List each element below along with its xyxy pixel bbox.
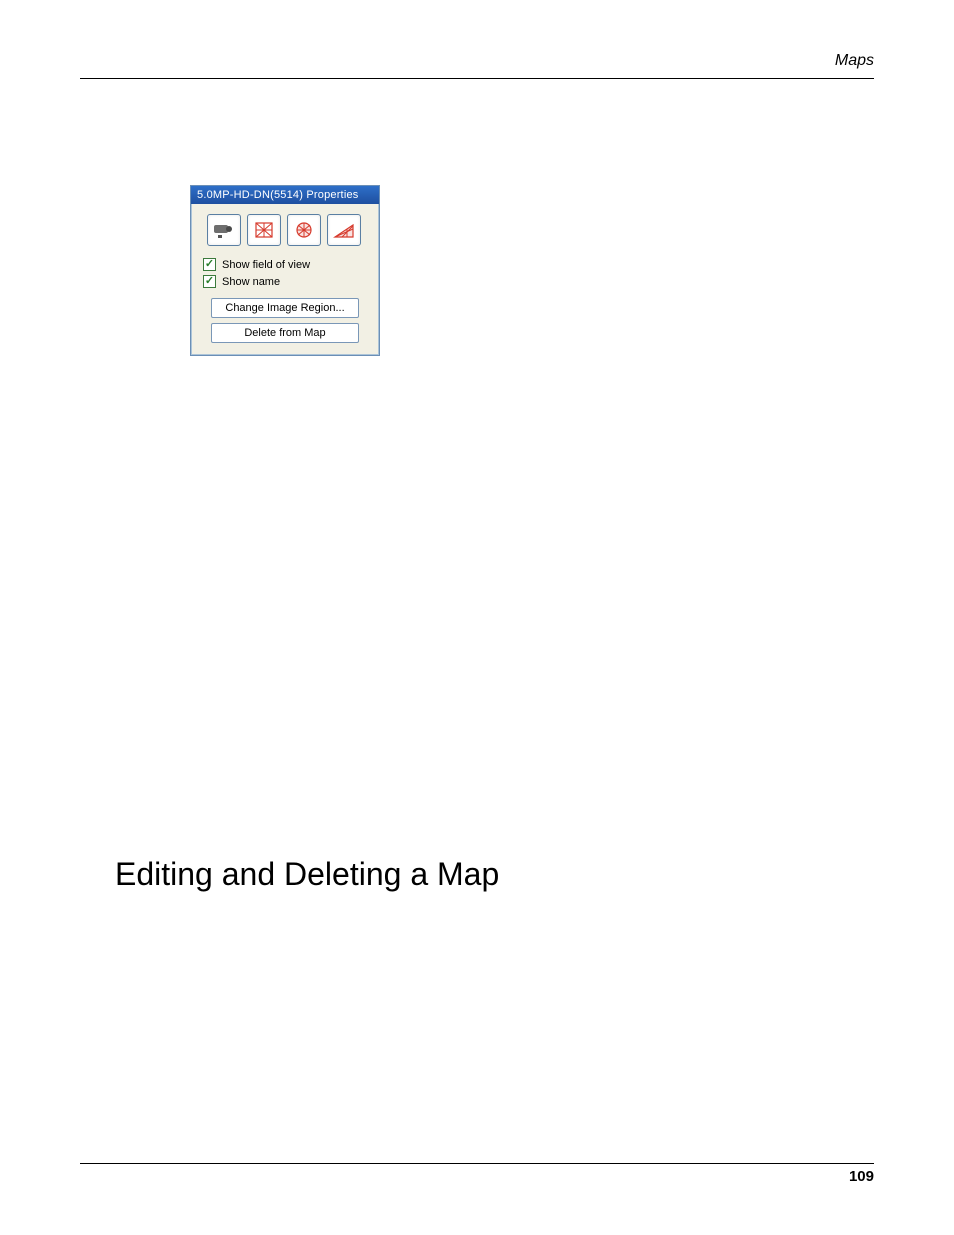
checkbox-icon [203,258,216,271]
header-section-label: Maps [80,52,874,76]
page-number: 109 [80,1168,874,1185]
camera-style-3-icon[interactable] [287,214,321,246]
page-footer: 109 [80,1163,874,1185]
camera-style-1-icon[interactable] [207,214,241,246]
footer-rule [80,1163,874,1164]
properties-dialog: 5.0MP-HD-DN(5514) Properties [190,185,380,356]
camera-style-2-icon[interactable] [247,214,281,246]
camera-style-4-icon[interactable] [327,214,361,246]
section-heading: Editing and Deleting a Map [115,856,874,893]
delete-from-map-button[interactable]: Delete from Map [211,323,359,343]
page-header: Maps [80,52,874,79]
dialog-titlebar: 5.0MP-HD-DN(5514) Properties [191,186,379,204]
checkbox-icon [203,275,216,288]
change-image-region-button[interactable]: Change Image Region... [211,298,359,318]
camera-icon-picker [207,214,367,246]
checkbox-label: Show field of view [222,259,310,271]
show-field-of-view-checkbox[interactable]: Show field of view [203,258,367,271]
checkbox-label: Show name [222,276,280,288]
header-rule [80,78,874,79]
show-name-checkbox[interactable]: Show name [203,275,367,288]
